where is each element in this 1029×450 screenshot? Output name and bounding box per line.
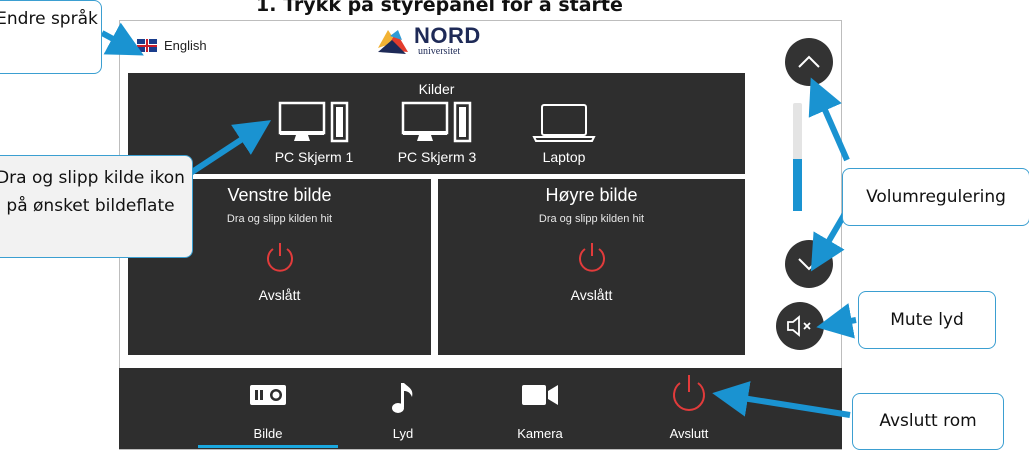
callout-volume: Volumregulering (842, 168, 1029, 226)
callout-drag-drop: Dra og slipp kilde ikon på ønsket bildef… (0, 155, 193, 258)
callout-language: Endre språk (0, 0, 102, 74)
callout-end-room: Avslutt rom (852, 393, 1004, 450)
callout-mute: Mute lyd (858, 291, 996, 349)
